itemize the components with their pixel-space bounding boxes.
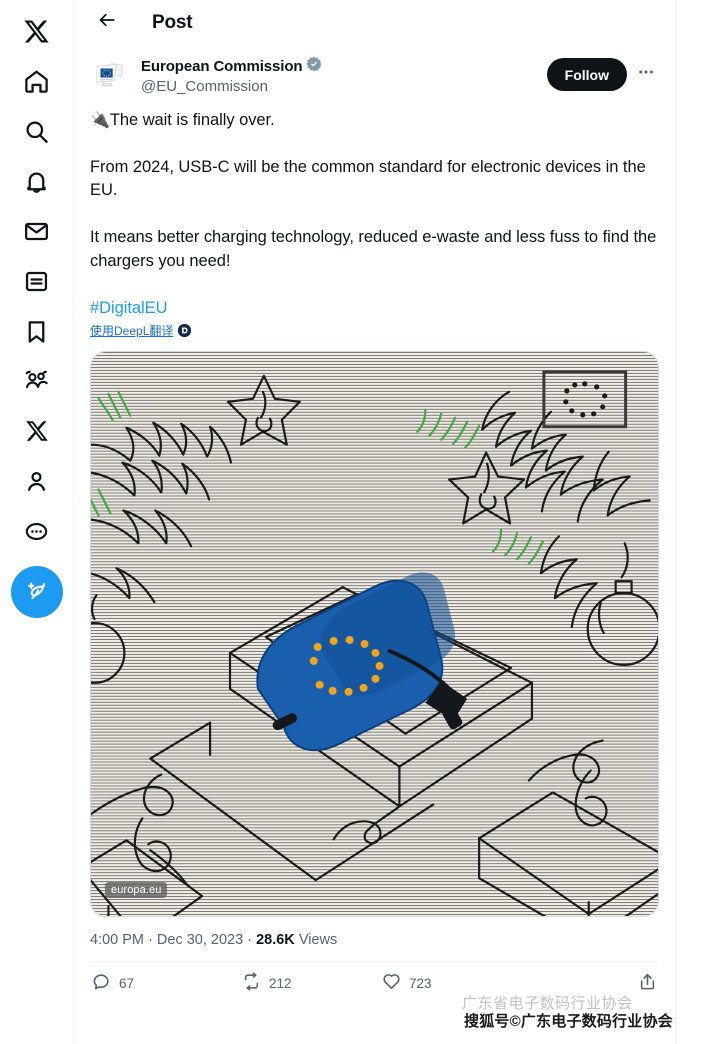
reply-count: 67 xyxy=(119,975,135,991)
back-arrow-icon xyxy=(97,10,117,35)
post-line-2: From 2024, USB-C will be the common stan… xyxy=(90,157,651,200)
right-gutter xyxy=(676,0,702,1044)
european-commission-avatar-icon xyxy=(90,56,130,96)
list-icon xyxy=(23,268,50,295)
sidebar-item-premium[interactable] xyxy=(12,406,62,456)
usb-c-christmas-illustration xyxy=(91,352,658,917)
sep-2: · xyxy=(247,932,253,949)
compose-feather-icon xyxy=(24,578,50,607)
author-actions: Follow xyxy=(546,53,661,91)
bell-icon xyxy=(23,168,50,195)
post-detail-column: Post European Commission @EU_Commission … xyxy=(74,0,676,1044)
plug-emoji: 🔌 xyxy=(90,111,110,129)
compose-post-button[interactable] xyxy=(10,566,63,618)
translate-link[interactable]: 使用DeepL翻译 xyxy=(90,322,173,339)
post-text-body: 🔌The wait is finally over. From 2024, US… xyxy=(74,101,675,321)
profile-icon xyxy=(23,468,50,495)
translate-row: 使用DeepL翻译 xyxy=(74,320,675,339)
reply-bubble-icon xyxy=(92,972,111,994)
heart-icon xyxy=(382,972,401,994)
sidebar-item-explore[interactable] xyxy=(12,106,62,156)
more-dots-icon xyxy=(637,63,655,86)
post-more-options-button[interactable] xyxy=(631,60,661,90)
search-icon xyxy=(23,118,50,145)
repost-button[interactable]: 212 xyxy=(242,972,382,994)
follow-button[interactable]: Follow xyxy=(546,58,627,91)
sidebar-item-lists[interactable] xyxy=(12,256,62,306)
post-line-1: The wait is finally over. xyxy=(109,110,275,129)
media-source-badge: europa.eu xyxy=(105,882,168,899)
avatar[interactable] xyxy=(90,56,130,96)
post-blank-2 xyxy=(90,205,95,223)
bookmark-icon xyxy=(23,318,50,345)
sidebar-item-notifications[interactable] xyxy=(12,156,62,206)
post-blank-3 xyxy=(90,275,95,293)
x-logo-icon xyxy=(23,18,50,45)
home-icon xyxy=(23,68,50,95)
post-author-row: European Commission @EU_Commission Follo… xyxy=(74,45,675,101)
author-meta: European Commission @EU_Commission xyxy=(130,53,547,97)
x-post-page: Post European Commission @EU_Commission … xyxy=(0,0,702,1044)
sidebar-item-messages[interactable] xyxy=(12,206,62,256)
post-date: Dec 30, 2023 xyxy=(156,932,244,949)
post-actions-row: 67 212 723 xyxy=(74,962,675,994)
more-dots-icon xyxy=(23,518,50,545)
repost-arrows-icon xyxy=(242,972,261,994)
page-title: Post xyxy=(152,11,193,33)
sidebar-item-bookmarks[interactable] xyxy=(12,306,62,356)
like-count: 723 xyxy=(409,975,432,991)
deepl-icon xyxy=(178,324,192,338)
mail-icon xyxy=(23,218,50,245)
post-timestamp-row: 4:00 PM · Dec 30, 2023 · 28.6K Views xyxy=(74,917,675,961)
communities-icon xyxy=(23,368,50,395)
sep-1: · xyxy=(148,932,153,949)
post-media-wrap: europa.eu xyxy=(74,339,675,918)
back-button[interactable] xyxy=(90,6,124,40)
author-name-line: European Commission xyxy=(141,56,547,78)
primary-sidebar-nav xyxy=(0,0,74,1044)
sidebar-item-more[interactable] xyxy=(12,506,62,556)
views-count: 28.6K xyxy=(256,932,295,949)
sidebar-item-x-logo[interactable] xyxy=(12,6,62,56)
reply-button[interactable]: 67 xyxy=(92,972,242,994)
sidebar-item-home[interactable] xyxy=(12,56,62,106)
author-display-name[interactable]: European Commission xyxy=(141,58,303,77)
post-line-3: It means better charging technology, red… xyxy=(90,228,661,270)
post-header-bar: Post xyxy=(74,0,675,45)
share-button[interactable] xyxy=(638,972,657,994)
verified-gray-badge-icon xyxy=(306,56,323,78)
hashtag-digitaleu[interactable]: #DigitalEU xyxy=(90,299,168,317)
views-label: Views xyxy=(298,932,338,949)
premium-x-icon xyxy=(25,419,49,443)
repost-count: 212 xyxy=(269,975,292,991)
post-time: 4:00 PM xyxy=(90,932,144,949)
author-handle: @EU_Commission xyxy=(141,78,268,95)
post-blank-1 xyxy=(90,134,95,152)
sidebar-item-profile[interactable] xyxy=(12,456,62,506)
sidebar-item-communities[interactable] xyxy=(12,356,62,406)
share-upload-icon xyxy=(638,972,657,994)
post-image[interactable]: europa.eu xyxy=(90,351,659,918)
like-button[interactable]: 723 xyxy=(382,972,532,994)
